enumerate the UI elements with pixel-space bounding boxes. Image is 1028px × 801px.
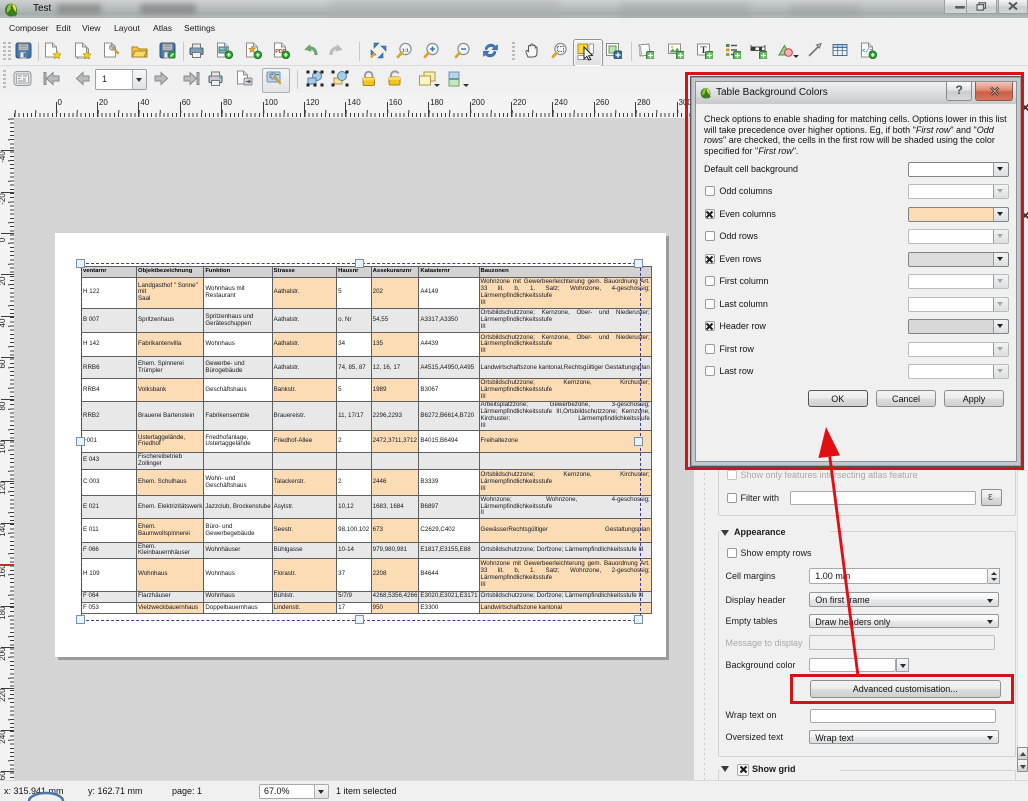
- svg-text:1:1: 1:1: [402, 47, 409, 52]
